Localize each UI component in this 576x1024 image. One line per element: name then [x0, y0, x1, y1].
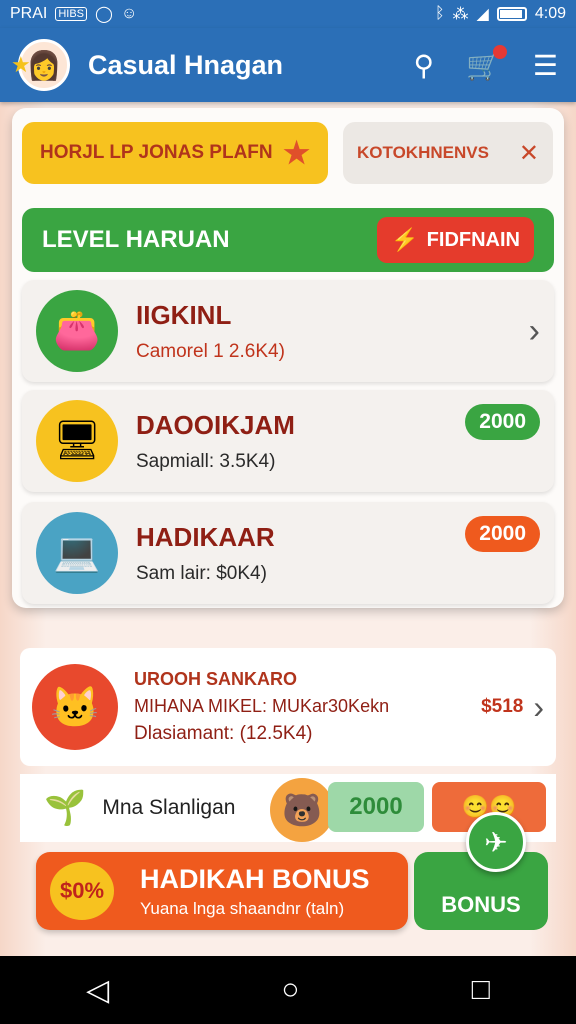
wallet-icon: 👛	[36, 290, 118, 372]
item-subtitle: Sam lair: $0K4)	[136, 562, 267, 584]
home-icon[interactable]: ○	[281, 973, 299, 1007]
row-label: Mna Slanligan	[102, 796, 236, 819]
signal-icon: ◢	[476, 6, 489, 23]
filter-chip[interactable]: KOTOKHNENVS ✕	[343, 122, 553, 184]
points-badge: 2000	[465, 404, 540, 440]
battery-icon	[496, 7, 527, 21]
chevron-right-icon[interactable]: ›	[529, 312, 540, 351]
recents-icon[interactable]: □	[472, 973, 490, 1007]
item-subtitle: Sapmiall: 3.5K4)	[136, 450, 276, 472]
item-title: DAOOIKJAM	[136, 409, 295, 440]
level-action-button[interactable]: ⚡ FIDFNAIN	[377, 217, 534, 263]
bolt-icon: ⚡	[391, 227, 419, 252]
item-title: HADIKAAR	[136, 521, 275, 552]
featured-chip-label: HORJL LP JONAS PLAFN	[40, 142, 273, 163]
avatar-face-icon: 👩	[26, 49, 62, 81]
app-title: Casual Hnagan	[88, 49, 284, 80]
laptop-icon: 💻	[36, 512, 118, 594]
filter-chip-label: KOTOKHNENVS	[357, 143, 489, 162]
share-fab-icon[interactable]: ✈	[466, 812, 526, 872]
level-header: LEVEL HARUAN ⚡ FIDFNAIN	[22, 208, 554, 272]
promo-title: UROOH SANKARO	[134, 669, 298, 689]
system-nav-bar: ◁ ○ □	[0, 956, 576, 1024]
star-icon: ★	[11, 52, 31, 77]
avatar[interactable]: ★ 👩	[11, 39, 70, 91]
item-subtitle: Camorel 1 2.6K4)	[136, 340, 285, 362]
list-item[interactable]: 👛 IIGKINL Camorel 1 2.6K4) ›	[22, 280, 554, 382]
vibrate-icon: ⁂	[452, 6, 469, 23]
discount-badge: $0%	[50, 862, 114, 920]
back-icon[interactable]: ◁	[86, 973, 109, 1008]
plant-icon: 🌱	[44, 789, 87, 827]
chat-icon: ☺	[120, 5, 138, 22]
level-title: LEVEL HARUAN	[42, 226, 230, 253]
featured-chip[interactable]: HORJL LP JONAS PLAFN ★	[22, 122, 328, 184]
bonus-banner[interactable]: $0% HADIKAH BONUS Yuana lnga shaandnr (t…	[36, 852, 408, 930]
bonus-title: HADIKAH BONUS	[140, 863, 370, 894]
promo-price: $518	[481, 696, 524, 717]
promo-card[interactable]: 🐱 UROOH SANKARO MIHANA MIKEL: MUKar30Kek…	[20, 648, 556, 766]
points-badge: 2000	[465, 516, 540, 552]
level-action-label: FIDFNAIN	[426, 228, 520, 251]
status-box: HIBS	[55, 7, 88, 21]
close-icon[interactable]: ✕	[519, 139, 539, 168]
carrier-label: PRAI	[10, 5, 48, 22]
cart-badge	[492, 44, 507, 59]
mascot-icon: 🐱	[32, 664, 118, 750]
list-item[interactable]: 💻 HADIKAAR Sam lair: $0K4) 2000	[22, 502, 554, 604]
notification-icon: ◯	[95, 6, 113, 23]
clock: 4:09	[534, 5, 566, 22]
star-icon: ★	[283, 136, 310, 170]
mascot-icon: 🐻	[270, 778, 334, 842]
video-window-icon: 🖥	[36, 400, 118, 482]
list-item[interactable]: 🖥 DAOOIKJAM Sapmiall: 3.5K4) 2000	[22, 390, 554, 492]
item-title: IIGKINL	[136, 299, 232, 330]
chevron-right-icon[interactable]: ›	[533, 689, 544, 726]
bluetooth-icon: ᛒ	[434, 5, 445, 22]
app-bar: ★ 👩 Casual Hnagan ⚲ 🛒 ☰	[0, 28, 576, 102]
search-icon[interactable]: ⚲	[414, 49, 435, 82]
promo-line: Dlasiamant: (12.5K4)	[134, 723, 313, 744]
menu-icon[interactable]: ☰	[533, 49, 558, 82]
bonus-subtitle: Yuana lnga shaandnr (taln)	[140, 898, 345, 918]
cart-icon[interactable]: 🛒	[466, 44, 507, 82]
status-bar: PRAI HIBS ◯ ☺ ᛒ ⁂ ◢ 4:09	[0, 0, 576, 28]
promo-line: MIHANA MIKEL: MUKar30Kekn	[134, 696, 390, 716]
reward-chip[interactable]: 2000	[328, 782, 424, 832]
